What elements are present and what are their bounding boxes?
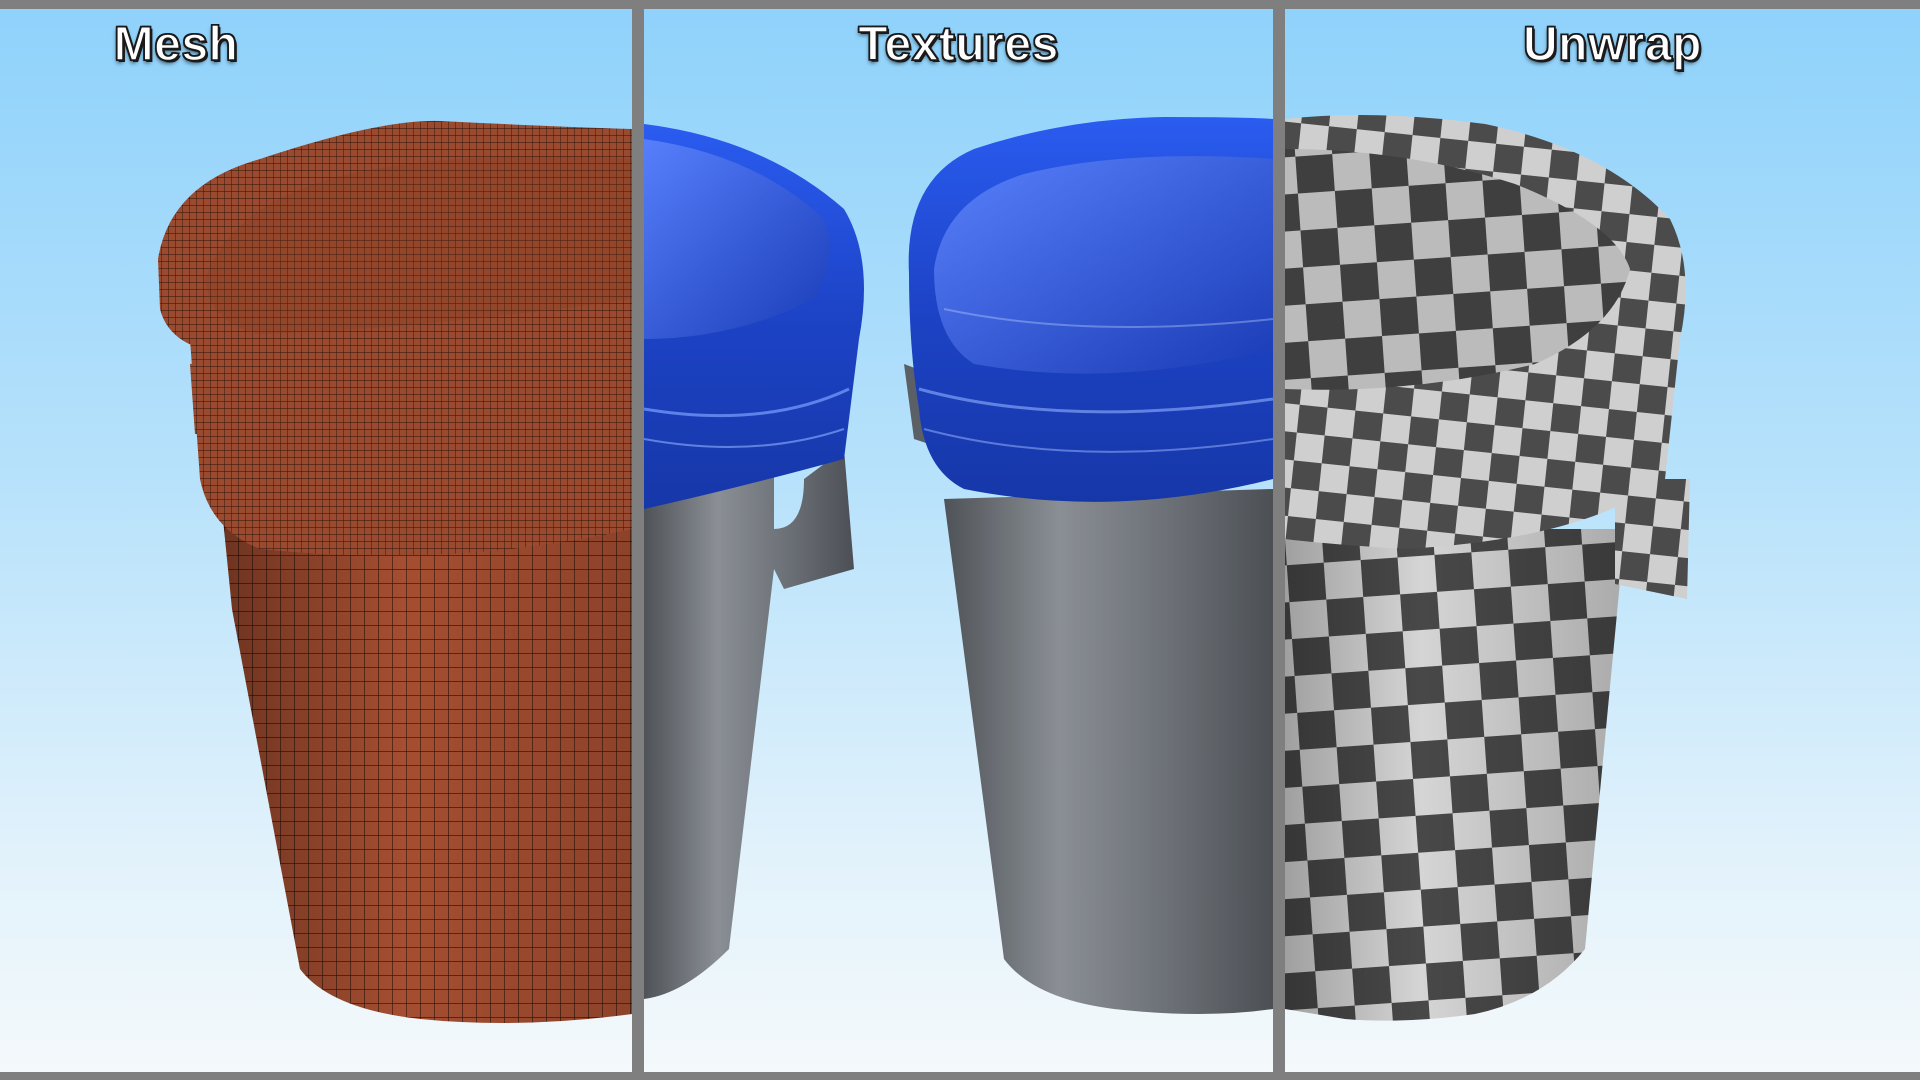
mesh-panel: Mesh bbox=[0, 9, 632, 1072]
textures-panel: Textures bbox=[644, 9, 1273, 1072]
textures-title: Textures bbox=[857, 17, 1059, 72]
unwrap-panel: Unwrap bbox=[1285, 9, 1920, 1072]
mesh-title: Mesh bbox=[113, 17, 239, 72]
unwrap-bin-render bbox=[1285, 115, 1690, 1021]
textures-bin-render bbox=[644, 117, 1273, 1014]
render-frame: Mesh Textures Unwrap bbox=[0, 0, 1920, 1080]
unwrap-title: Unwrap bbox=[1522, 17, 1702, 72]
mesh-bin-render bbox=[158, 120, 632, 1023]
